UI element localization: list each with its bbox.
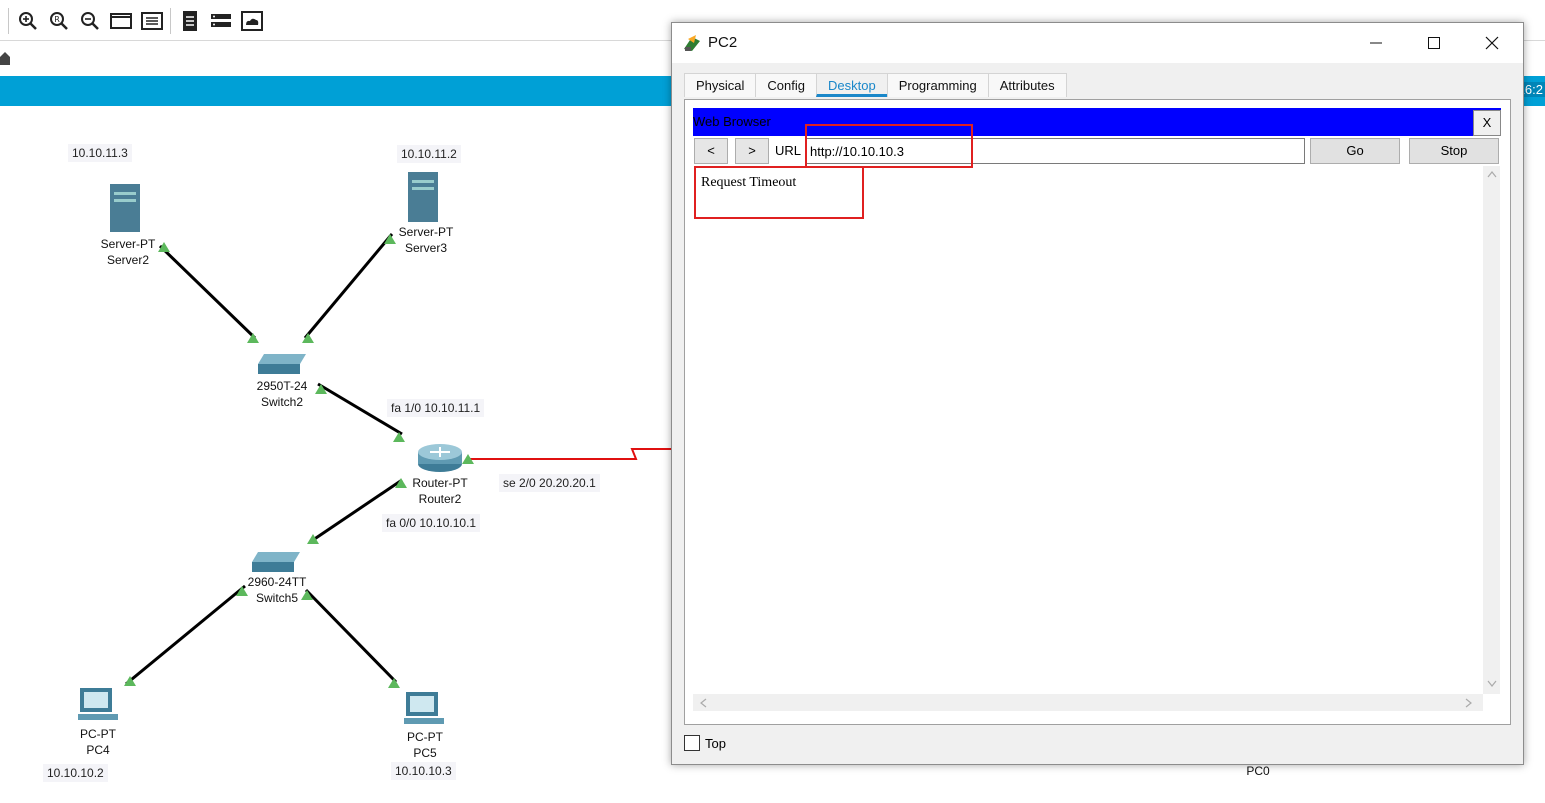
scroll-right-icon xyxy=(1465,698,1472,708)
device-label-server3[interactable]: Server-PT Server3 xyxy=(399,224,454,256)
pc-app-icon xyxy=(682,33,702,53)
device-list-icon[interactable] xyxy=(209,9,233,33)
top-checkbox[interactable] xyxy=(684,735,700,751)
device-label-switch5[interactable]: 2960-24TT Switch5 xyxy=(248,574,307,606)
device-label-router2[interactable]: Router-PT Router2 xyxy=(412,475,467,507)
device-name: Router2 xyxy=(418,492,462,506)
switch-icon xyxy=(252,552,300,572)
notes-icon[interactable] xyxy=(178,9,202,33)
device-name: PC0 xyxy=(1246,764,1270,778)
tab-desktop[interactable]: Desktop xyxy=(816,73,888,97)
response-highlight-box xyxy=(694,166,864,219)
link-status-indicator xyxy=(384,234,396,244)
device-label-pc4[interactable]: PC-PT PC4 xyxy=(80,726,116,758)
minimize-button[interactable] xyxy=(1347,23,1405,63)
device-name: PC5 xyxy=(413,746,437,760)
maximize-icon xyxy=(1428,37,1440,49)
back-button[interactable]: < xyxy=(694,138,728,164)
device-name: Switch5 xyxy=(255,591,299,605)
link-status-indicator xyxy=(393,432,405,442)
tab-config[interactable]: Config xyxy=(755,73,817,97)
scroll-down-icon xyxy=(1487,680,1497,687)
url-highlight-box xyxy=(805,124,973,168)
url-label: URL xyxy=(775,143,802,158)
link-status-indicator xyxy=(247,333,259,343)
server-icon xyxy=(408,172,438,222)
tab-attributes[interactable]: Attributes xyxy=(987,73,1067,97)
device-type: 2960-24TT xyxy=(247,575,307,589)
custom-device-icon[interactable] xyxy=(140,9,164,33)
cluster-icon[interactable] xyxy=(240,9,264,33)
horizontal-scrollbar[interactable] xyxy=(693,694,1483,711)
web-browser-title: Web Browser xyxy=(693,114,771,129)
zoom-in-icon[interactable] xyxy=(16,9,40,33)
web-browser-close-button[interactable]: X xyxy=(1473,110,1501,136)
device-type: Server-PT xyxy=(100,237,156,251)
device-label-switch2[interactable]: 2950T-24 Switch2 xyxy=(257,378,308,410)
server-icon xyxy=(110,184,140,232)
device-type: PC-PT xyxy=(80,727,116,741)
link-server3-switch2 xyxy=(303,233,394,339)
close-icon xyxy=(1485,36,1499,50)
device-type: Server-PT xyxy=(398,225,454,239)
ip-label-router-fa00: fa 0/0 10.10.10.1 xyxy=(382,514,481,532)
device-name: Switch2 xyxy=(260,395,304,409)
serial-link-router2 xyxy=(466,448,680,460)
browser-content[interactable]: Request Timeout xyxy=(693,166,1483,694)
pc-icon xyxy=(404,692,444,724)
switch-icon xyxy=(258,354,306,374)
link-router2-switch5 xyxy=(309,478,403,544)
link-status-indicator xyxy=(388,678,400,688)
close-button[interactable] xyxy=(1463,23,1521,63)
device-name: Server3 xyxy=(404,241,448,255)
drawing-palette-icon[interactable] xyxy=(109,9,133,33)
zoom-out-icon[interactable] xyxy=(78,9,102,33)
top-checkbox-label: Top xyxy=(705,736,726,751)
ip-label-router-fa10: fa 1/0 10.10.11.1 xyxy=(387,399,485,417)
ip-label-pc4: 10.10.10.2 xyxy=(43,764,108,782)
device-name: PC4 xyxy=(86,743,110,757)
ip-label-router-se20: se 2/0 20.20.20.1 xyxy=(499,474,600,492)
link-server2-switch2 xyxy=(158,244,257,340)
link-switch5-pc5 xyxy=(304,588,398,684)
ip-label-server3: 10.10.11.2 xyxy=(397,145,461,163)
device-type: 2950T-24 xyxy=(256,379,308,393)
router-icon xyxy=(418,444,462,472)
tab-programming[interactable]: Programming xyxy=(886,73,989,97)
link-switch5-pc4 xyxy=(125,584,246,686)
ip-label-server2: 10.10.11.3 xyxy=(68,144,132,162)
device-label-server2[interactable]: Server-PT Server2 xyxy=(101,236,156,268)
device-type: PC-PT xyxy=(407,730,443,744)
pc-icon xyxy=(78,688,118,720)
stop-button[interactable]: Stop xyxy=(1409,138,1499,164)
svg-text:R: R xyxy=(54,15,60,24)
dialog-tabs: Physical Config Desktop Programming Attr… xyxy=(684,73,1067,97)
toolbar-separator xyxy=(8,8,9,34)
home-icon[interactable] xyxy=(0,47,10,67)
topology-canvas[interactable] xyxy=(0,106,680,803)
go-button[interactable]: Go xyxy=(1310,138,1400,164)
scroll-up-icon xyxy=(1487,171,1497,178)
tab-physical[interactable]: Physical xyxy=(684,73,757,97)
vertical-scrollbar[interactable] xyxy=(1483,166,1500,694)
device-type: Router-PT xyxy=(412,476,468,490)
dialog-title: PC2 xyxy=(708,34,738,51)
forward-button[interactable]: > xyxy=(735,138,769,164)
device-name: Server2 xyxy=(106,253,150,267)
minimize-icon xyxy=(1370,42,1382,44)
link-status-indicator xyxy=(302,333,314,343)
maximize-button[interactable] xyxy=(1405,23,1463,63)
device-label-pc0[interactable]: PC0 xyxy=(1246,763,1269,779)
dialog-titlebar[interactable]: PC2 xyxy=(672,23,1523,63)
scroll-left-icon xyxy=(700,698,707,708)
zoom-reset-icon[interactable]: R xyxy=(47,9,71,33)
device-label-pc5[interactable]: PC-PT PC5 xyxy=(407,729,443,761)
ip-label-pc5: 10.10.10.3 xyxy=(391,762,456,780)
pc2-dialog: PC2 Physical Config Desktop Programming … xyxy=(671,22,1524,765)
toolbar-separator xyxy=(170,8,171,34)
